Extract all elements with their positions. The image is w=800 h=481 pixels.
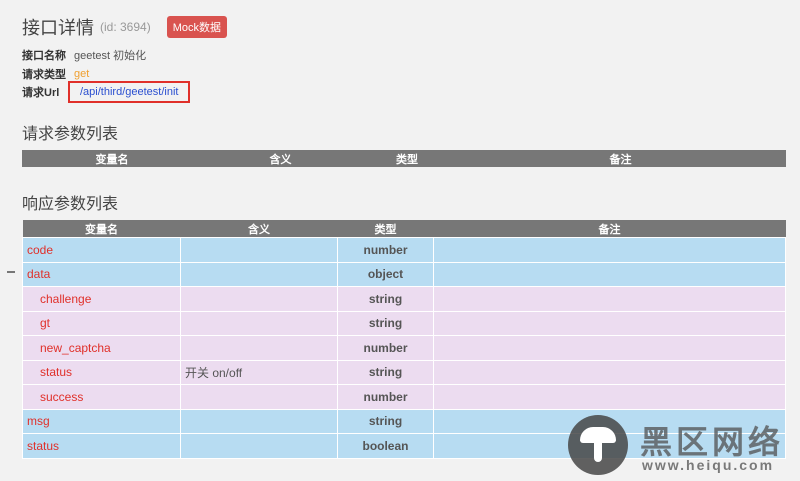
watermark-url: www.heiqu.com	[642, 457, 775, 473]
param-name: data	[22, 261, 181, 287]
param-type: string	[337, 408, 434, 434]
info-name-row: 接口名称 geetest 初始化	[22, 47, 146, 63]
request-params-title: 请求参数列表	[22, 126, 119, 143]
name-value: geetest 初始化	[74, 50, 147, 62]
header-type: 类型	[359, 150, 455, 167]
param-type: number	[337, 384, 434, 410]
collapse-icon[interactable]	[7, 271, 15, 273]
param-name: new_captcha	[22, 335, 181, 361]
method-label: 请求类型	[22, 69, 66, 81]
header-note: 备注	[455, 150, 786, 167]
param-meaning	[180, 261, 338, 287]
table-row: success number	[22, 384, 786, 410]
table-row: challenge string	[22, 286, 786, 312]
name-label: 接口名称	[22, 50, 66, 62]
watermark: 黑区网络 www.heiqu.com	[568, 415, 800, 481]
param-name: code	[22, 237, 181, 263]
param-type: string	[337, 286, 434, 312]
url-value[interactable]: /api/third/geetest/init	[68, 81, 191, 103]
param-note	[433, 335, 786, 361]
param-name: challenge	[22, 286, 181, 312]
param-note	[433, 237, 786, 263]
info-method-row: 请求类型 get	[22, 66, 89, 82]
url-label: 请求Url	[22, 87, 60, 99]
header-type: 类型	[337, 220, 434, 238]
param-note	[433, 359, 786, 385]
param-type: number	[337, 237, 434, 263]
title-row: 接口详情 (id: 3694) Mock数据	[22, 14, 227, 40]
param-type: number	[337, 335, 434, 361]
table-row: code number	[22, 237, 786, 263]
mock-data-button[interactable]: Mock数据	[166, 16, 227, 38]
param-name: success	[22, 384, 181, 410]
header-note: 备注	[433, 220, 786, 238]
header-meaning: 含义	[180, 220, 338, 238]
param-meaning	[180, 433, 338, 459]
param-name: msg	[22, 408, 181, 434]
param-note	[433, 310, 786, 336]
param-meaning	[180, 335, 338, 361]
mushroom-logo-icon	[568, 415, 628, 475]
header-meaning: 含义	[202, 150, 359, 167]
param-type: string	[337, 310, 434, 336]
page-title: 接口详情	[22, 18, 94, 38]
param-meaning	[180, 286, 338, 312]
table-row: status 开关 on/off string	[22, 359, 786, 385]
param-note	[433, 286, 786, 312]
request-params-table: 变量名 含义 类型 备注	[22, 150, 786, 167]
table-row: gt string	[22, 310, 786, 336]
param-name: gt	[22, 310, 181, 336]
param-type: object	[337, 261, 434, 287]
param-note	[433, 261, 786, 287]
param-meaning	[180, 310, 338, 336]
table-row: new_captcha number	[22, 335, 786, 361]
header-variable-name: 变量名	[22, 220, 181, 238]
param-meaning	[180, 408, 338, 434]
param-name: status	[22, 359, 181, 385]
param-type: boolean	[337, 433, 434, 459]
param-meaning: 开关 on/off	[180, 359, 338, 385]
method-value: get	[74, 68, 90, 80]
interface-id: (id: 3694)	[100, 20, 151, 34]
response-header-row: 变量名 含义 类型 备注	[22, 220, 786, 238]
param-type: string	[337, 359, 434, 385]
info-url-row: 请求Url /api/third/geetest/init	[22, 81, 191, 103]
table-row[interactable]: data object	[22, 261, 786, 287]
param-note	[433, 384, 786, 410]
header-variable-name: 变量名	[22, 150, 202, 167]
param-name: status	[22, 433, 181, 459]
param-meaning	[180, 384, 338, 410]
param-meaning	[180, 237, 338, 263]
request-header-row: 变量名 含义 类型 备注	[22, 150, 786, 167]
response-params-title: 响应参数列表	[22, 196, 119, 213]
